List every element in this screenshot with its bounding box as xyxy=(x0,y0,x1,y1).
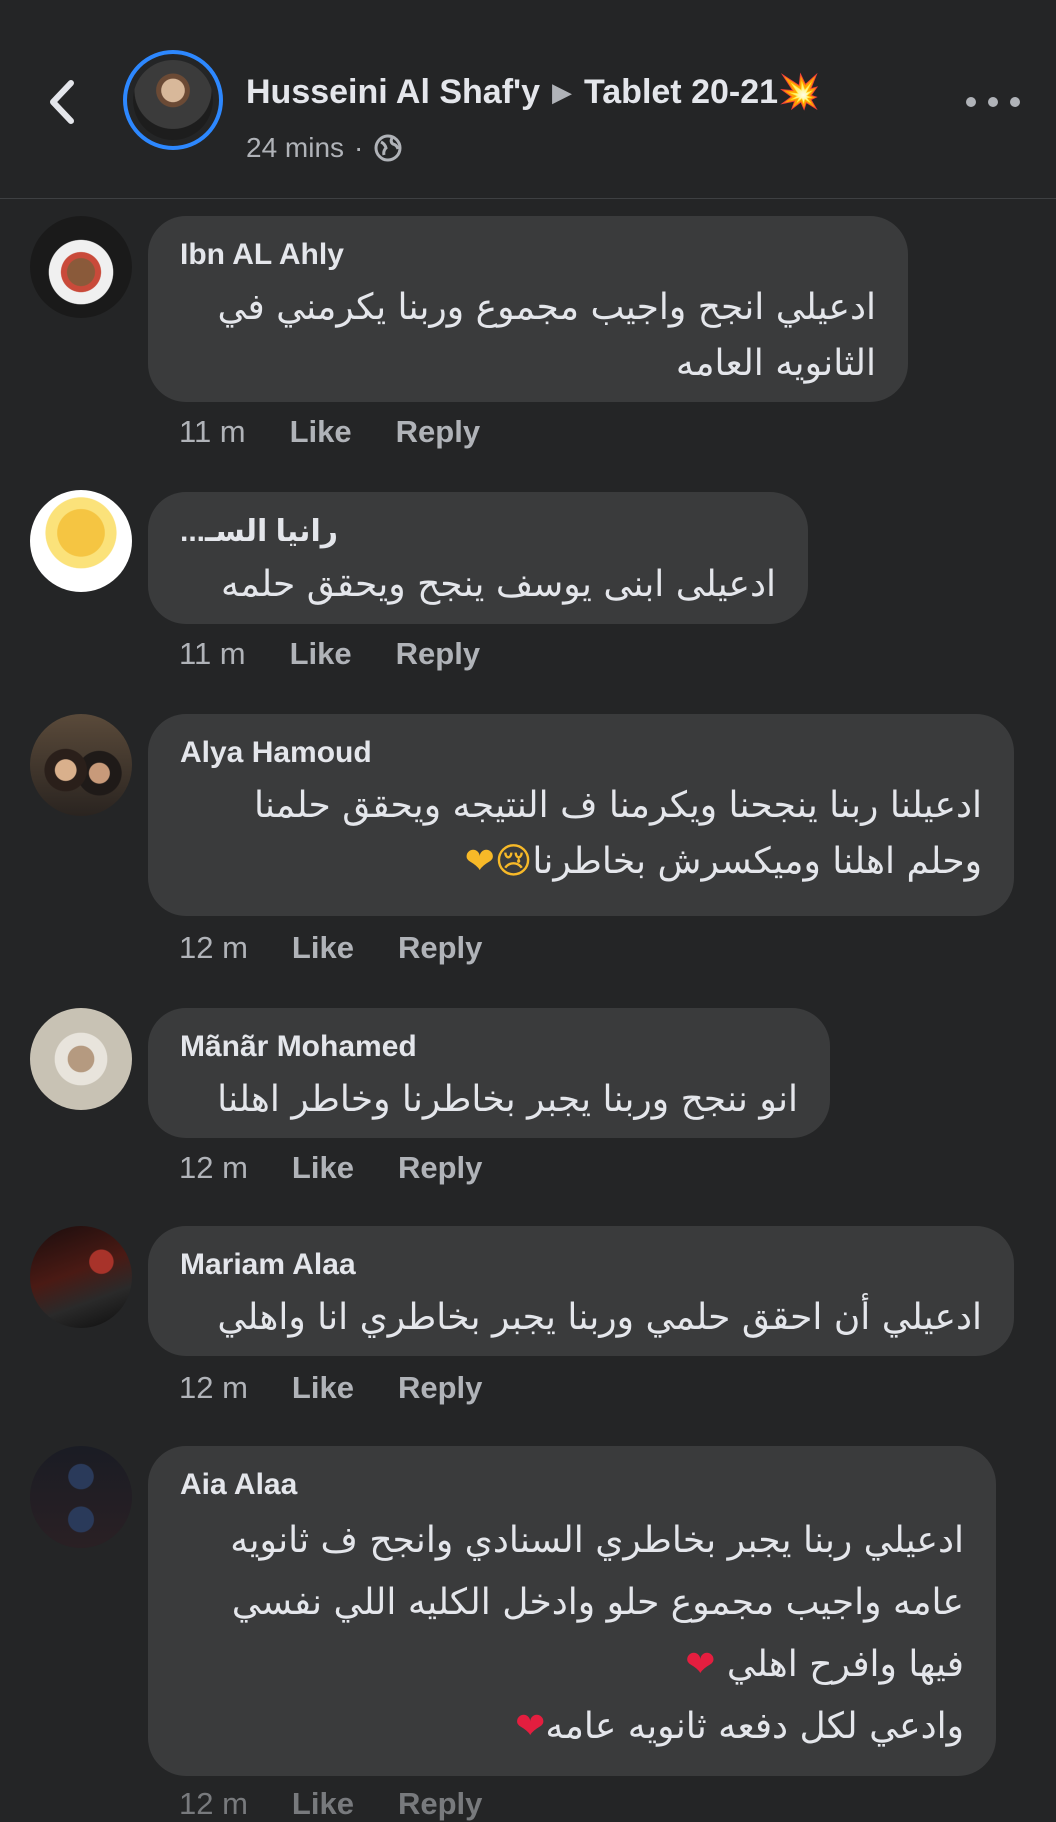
comment-line: ادعيلي انجح واجيب مجموع وربنا يكرمني في xyxy=(217,287,876,328)
like-button[interactable]: Like xyxy=(290,636,352,672)
more-dot xyxy=(966,97,976,107)
comment-actions: 12 m Like Reply xyxy=(179,1370,482,1406)
reply-button[interactable]: Reply xyxy=(396,414,480,450)
crying-face-emoji: 😢❤ xyxy=(464,841,533,882)
like-button[interactable]: Like xyxy=(292,1786,354,1822)
comment-time[interactable]: 11 m xyxy=(179,414,246,450)
comment-text: ادعيلي انجح واجيب مجموع وربنا يكرمني في … xyxy=(180,280,876,392)
post-title: Husseini Al Shaf'y ▶ Tablet 20-21💥 xyxy=(246,72,820,112)
author-avatar-image xyxy=(133,60,213,140)
comment-time[interactable]: 11 m xyxy=(179,636,246,672)
comment-time[interactable]: 12 m xyxy=(179,1370,248,1406)
post-meta: 24 mins · xyxy=(246,132,403,164)
back-button[interactable] xyxy=(38,70,86,134)
comment-text: انو ننجح وربنا يجبر بخاطرنا وخاطر اهلنا xyxy=(180,1072,798,1128)
heart-emoji: ❤ xyxy=(515,1706,546,1747)
reply-button[interactable]: Reply xyxy=(398,1150,482,1186)
arrow-icon: ▶ xyxy=(552,76,573,107)
commenter-name[interactable]: Mariam Alaa xyxy=(180,1248,982,1282)
commenter-avatar[interactable] xyxy=(30,1226,132,1328)
comment-text: ادعيلنا ربنا ينجحنا ويكرمنا ف النتيجه وي… xyxy=(180,778,982,890)
comment-line: انو ننجح وربنا يجبر بخاطرنا وخاطر اهلنا xyxy=(217,1079,798,1120)
more-dot xyxy=(1010,97,1020,107)
heart-emoji: ❤ xyxy=(685,1644,716,1685)
commenter-name[interactable]: رانيا السـ... xyxy=(180,514,776,549)
comment-bubble: Mãnãr Mohamed انو ننجح وربنا يجبر بخاطرن… xyxy=(148,1008,830,1138)
like-button[interactable]: Like xyxy=(292,1150,354,1186)
commenter-avatar[interactable] xyxy=(30,1446,132,1548)
more-options-button[interactable] xyxy=(966,82,1020,122)
chevron-left-icon xyxy=(50,80,74,124)
commenter-name[interactable]: Aia Alaa xyxy=(180,1468,964,1502)
comment-actions: 11 m Like Reply xyxy=(179,636,480,672)
post-time[interactable]: 24 mins xyxy=(246,132,344,164)
comment-actions: 12 m Like Reply xyxy=(179,930,482,966)
comment-line: ادعيلي أن احقق حلمي وربنا يجبر بخاطري ان… xyxy=(217,1297,982,1338)
reply-button[interactable]: Reply xyxy=(398,1370,482,1406)
group-name[interactable]: Tablet 20-21💥 xyxy=(584,72,820,112)
comment-text: ادعيلي أن احقق حلمي وربنا يجبر بخاطري ان… xyxy=(180,1290,982,1346)
comment-text: ادعيلى ابنى يوسف ينجح ويحقق حلمه xyxy=(180,557,776,613)
comment-actions: 12 m Like Reply xyxy=(179,1150,482,1186)
comment-line-wrap: وادعي لكل دفعه ثانويه عامه❤ xyxy=(180,1696,964,1758)
comment-bubble: Alya Hamoud ادعيلنا ربنا ينجحنا ويكرمنا … xyxy=(148,714,1014,916)
comment-actions: 12 m Like Reply xyxy=(179,1786,482,1822)
comment-line-wrap: وحلم اهلنا وميكسرش بخاطرنا😢❤ xyxy=(180,834,982,890)
commenter-avatar[interactable] xyxy=(30,216,132,318)
comment-bubble: رانيا السـ... ادعيلى ابنى يوسف ينجح ويحق… xyxy=(148,492,808,624)
comment-line: عامه واجيب مجموع حلو وادخل الكليه اللي ن… xyxy=(231,1582,964,1623)
commenter-name[interactable]: Mãnãr Mohamed xyxy=(180,1030,798,1064)
comment-line: فيها وافرح اهلي xyxy=(726,1644,964,1685)
comment-bubble: Ibn AL Ahly ادعيلي انجح واجيب مجموع وربن… xyxy=(148,216,908,402)
reply-button[interactable]: Reply xyxy=(398,930,482,966)
comment-text: ادعيلي ربنا يجبر بخاطري السنادي وانجح ف … xyxy=(180,1510,964,1758)
group-name-text: Tablet 20-21 xyxy=(584,73,779,111)
commenter-avatar[interactable] xyxy=(30,714,132,816)
comment-actions: 11 m Like Reply xyxy=(179,414,480,450)
comment-time[interactable]: 12 m xyxy=(179,930,248,966)
commenter-name[interactable]: Alya Hamoud xyxy=(180,736,982,770)
comment-line: الثانويه العامه xyxy=(675,343,876,384)
comment-time[interactable]: 12 m xyxy=(179,1150,248,1186)
comment-bubble: Mariam Alaa ادعيلي أن احقق حلمي وربنا يج… xyxy=(148,1226,1014,1356)
commenter-avatar[interactable] xyxy=(30,1008,132,1110)
commenter-name[interactable]: Ibn AL Ahly xyxy=(180,238,876,272)
comment-line: وادعي لكل دفعه ثانويه عامه xyxy=(545,1706,964,1747)
author-name[interactable]: Husseini Al Shaf'y xyxy=(246,73,540,112)
like-button[interactable]: Like xyxy=(290,414,352,450)
globe-icon xyxy=(374,134,402,162)
post-header: Husseini Al Shaf'y ▶ Tablet 20-21💥 24 mi… xyxy=(0,0,1056,199)
comment-line: ادعيلى ابنى يوسف ينجح ويحقق حلمه xyxy=(221,564,776,605)
comment-time[interactable]: 12 m xyxy=(179,1786,248,1822)
comment-line: وحلم اهلنا وميكسرش بخاطرنا xyxy=(532,841,982,882)
comment-bubble: Aia Alaa ادعيلي ربنا يجبر بخاطري السنادي… xyxy=(148,1446,996,1776)
like-button[interactable]: Like xyxy=(292,930,354,966)
like-button[interactable]: Like xyxy=(292,1370,354,1406)
comment-line: ادعيلي ربنا يجبر بخاطري السنادي وانجح ف … xyxy=(230,1520,964,1561)
commenter-avatar[interactable] xyxy=(30,490,132,592)
meta-separator: · xyxy=(354,132,364,163)
collision-emoji: 💥 xyxy=(778,73,821,111)
reply-button[interactable]: Reply xyxy=(398,1786,482,1822)
comment-line-wrap: فيها وافرح اهلي ❤ xyxy=(180,1634,964,1696)
more-dot xyxy=(988,97,998,107)
author-avatar[interactable] xyxy=(123,50,223,150)
comment-line: ادعيلنا ربنا ينجحنا ويكرمنا ف النتيجه وي… xyxy=(253,785,982,826)
reply-button[interactable]: Reply xyxy=(396,636,480,672)
